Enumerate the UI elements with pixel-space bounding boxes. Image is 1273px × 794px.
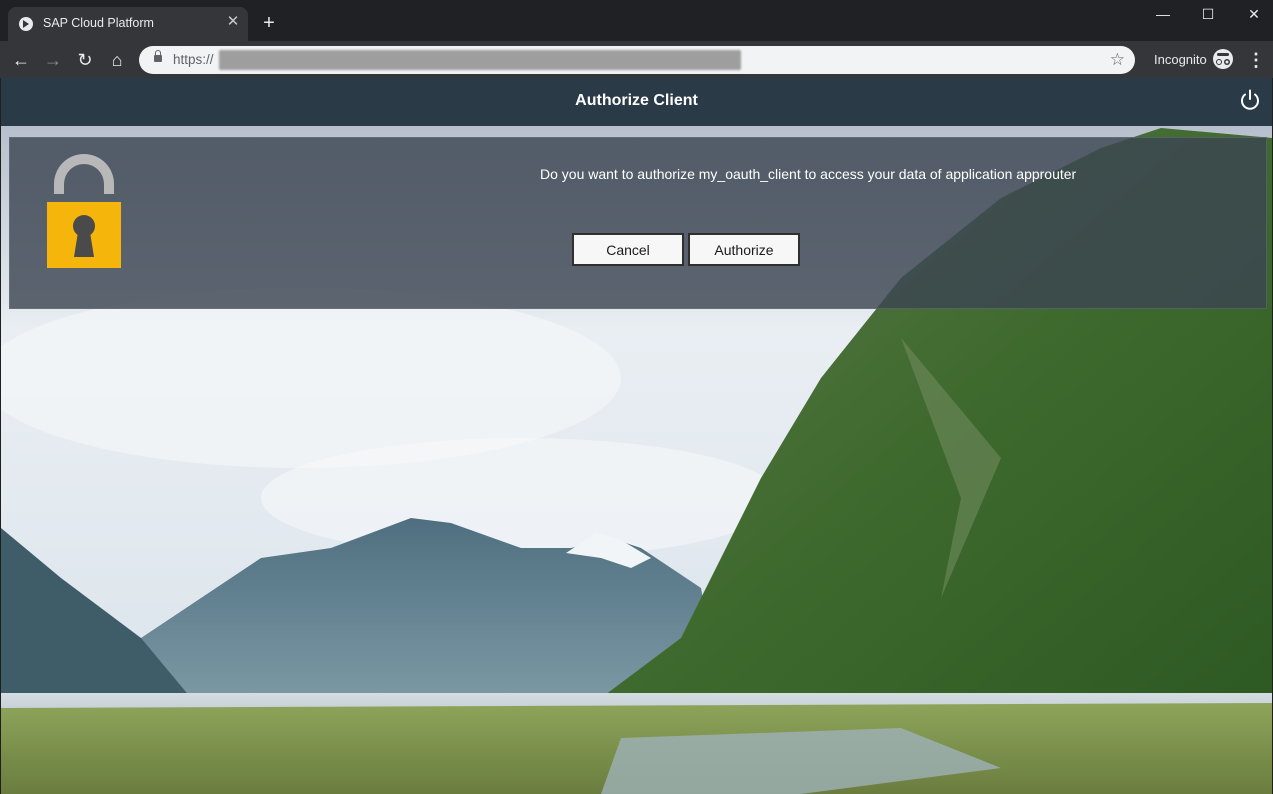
page-content: Authorize Client Do you want to authoriz…: [1, 78, 1272, 794]
browser-toolbar: ← → ↻ ⌂ https:// ☆ Incognito ⋮: [0, 41, 1273, 78]
browser-menu-icon[interactable]: ⋮: [1246, 49, 1266, 71]
tab-close-icon[interactable]: ✕: [224, 13, 242, 31]
bookmark-star-icon[interactable]: ☆: [1110, 50, 1125, 70]
incognito-icon[interactable]: [1213, 49, 1233, 69]
page-title: Authorize Client: [575, 92, 698, 109]
power-icon[interactable]: [1239, 89, 1261, 111]
incognito-label: Incognito: [1154, 52, 1207, 67]
sap-favicon-icon: [19, 17, 33, 31]
authorize-button[interactable]: Authorize: [688, 233, 800, 266]
maximize-button[interactable]: ☐: [1193, 4, 1223, 24]
browser-titlebar: SAP Cloud Platform ✕ + — ☐ ✕: [0, 0, 1273, 41]
padlock-icon: [47, 154, 121, 268]
authorize-dialog: Do you want to authorize my_oauth_client…: [9, 137, 1267, 309]
new-tab-button[interactable]: +: [258, 12, 280, 34]
minimize-button[interactable]: —: [1148, 4, 1178, 24]
lock-icon: [154, 50, 162, 62]
reload-button[interactable]: ↻: [73, 48, 97, 72]
app-header: Authorize Client: [1, 78, 1272, 126]
forward-button[interactable]: →: [41, 48, 65, 72]
url-text: https://: [173, 52, 214, 67]
tab-title: SAP Cloud Platform: [43, 16, 154, 30]
window-close-button[interactable]: ✕: [1239, 4, 1269, 24]
back-button[interactable]: ←: [9, 48, 33, 72]
home-button[interactable]: ⌂: [105, 48, 129, 72]
browser-tab[interactable]: SAP Cloud Platform ✕: [8, 7, 248, 41]
cancel-button[interactable]: Cancel: [572, 233, 684, 266]
redacted-url: [219, 50, 741, 70]
authorization-message: Do you want to authorize my_oauth_client…: [540, 166, 1077, 182]
address-bar[interactable]: https:// ☆: [139, 46, 1135, 74]
